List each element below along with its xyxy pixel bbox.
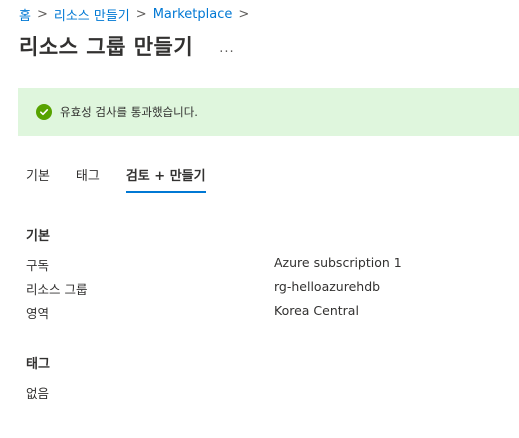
- summary-row-region: 영역 Korea Central: [26, 303, 506, 321]
- check-circle-icon: [36, 104, 52, 120]
- tab-basics[interactable]: 기본: [26, 163, 50, 191]
- resource-group-label: 리소스 그룹: [26, 282, 88, 297]
- resource-group-value: rg-helloazurehdb: [274, 279, 381, 294]
- subscription-label: 구독: [26, 258, 50, 273]
- tab-tags[interactable]: 태그: [76, 163, 100, 191]
- chevron-right-icon: >: [36, 6, 48, 22]
- banner-message: 유효성 검사를 통과했습니다.: [60, 105, 198, 119]
- breadcrumb: 홈 > 리소스 만들기 > Marketplace >: [19, 5, 255, 24]
- tab-review-create[interactable]: 검토 + 만들기: [125, 163, 206, 193]
- chevron-right-icon: >: [238, 6, 250, 22]
- title-row: 리소스 그룹 만들기 ...: [19, 31, 235, 61]
- tags-section-heading: 태그: [26, 357, 50, 372]
- validation-success-banner: 유효성 검사를 통과했습니다.: [18, 88, 519, 136]
- breadcrumb-create-resource-link[interactable]: 리소스 만들기: [54, 5, 130, 24]
- region-label: 영역: [26, 306, 50, 321]
- breadcrumb-marketplace-link[interactable]: Marketplace: [153, 7, 233, 22]
- summary-row-subscription: 구독 Azure subscription 1: [26, 255, 506, 273]
- summary-row-resource-group: 리소스 그룹 rg-helloazurehdb: [26, 279, 506, 297]
- region-value: Korea Central: [274, 303, 359, 318]
- review-create-page: 홈 > 리소스 만들기 > Marketplace > 리소스 그룹 만들기 .…: [0, 0, 519, 438]
- tab-bar: 기본 태그 검토 + 만들기: [26, 163, 232, 193]
- page-title: 리소스 그룹 만들기: [19, 35, 194, 59]
- more-options-button[interactable]: ...: [219, 41, 234, 56]
- subscription-value: Azure subscription 1: [274, 255, 402, 270]
- tags-empty-text: 없음: [26, 386, 50, 401]
- breadcrumb-home-link[interactable]: 홈: [19, 5, 31, 24]
- basics-section-heading: 기본: [26, 229, 50, 244]
- chevron-right-icon: >: [135, 6, 147, 22]
